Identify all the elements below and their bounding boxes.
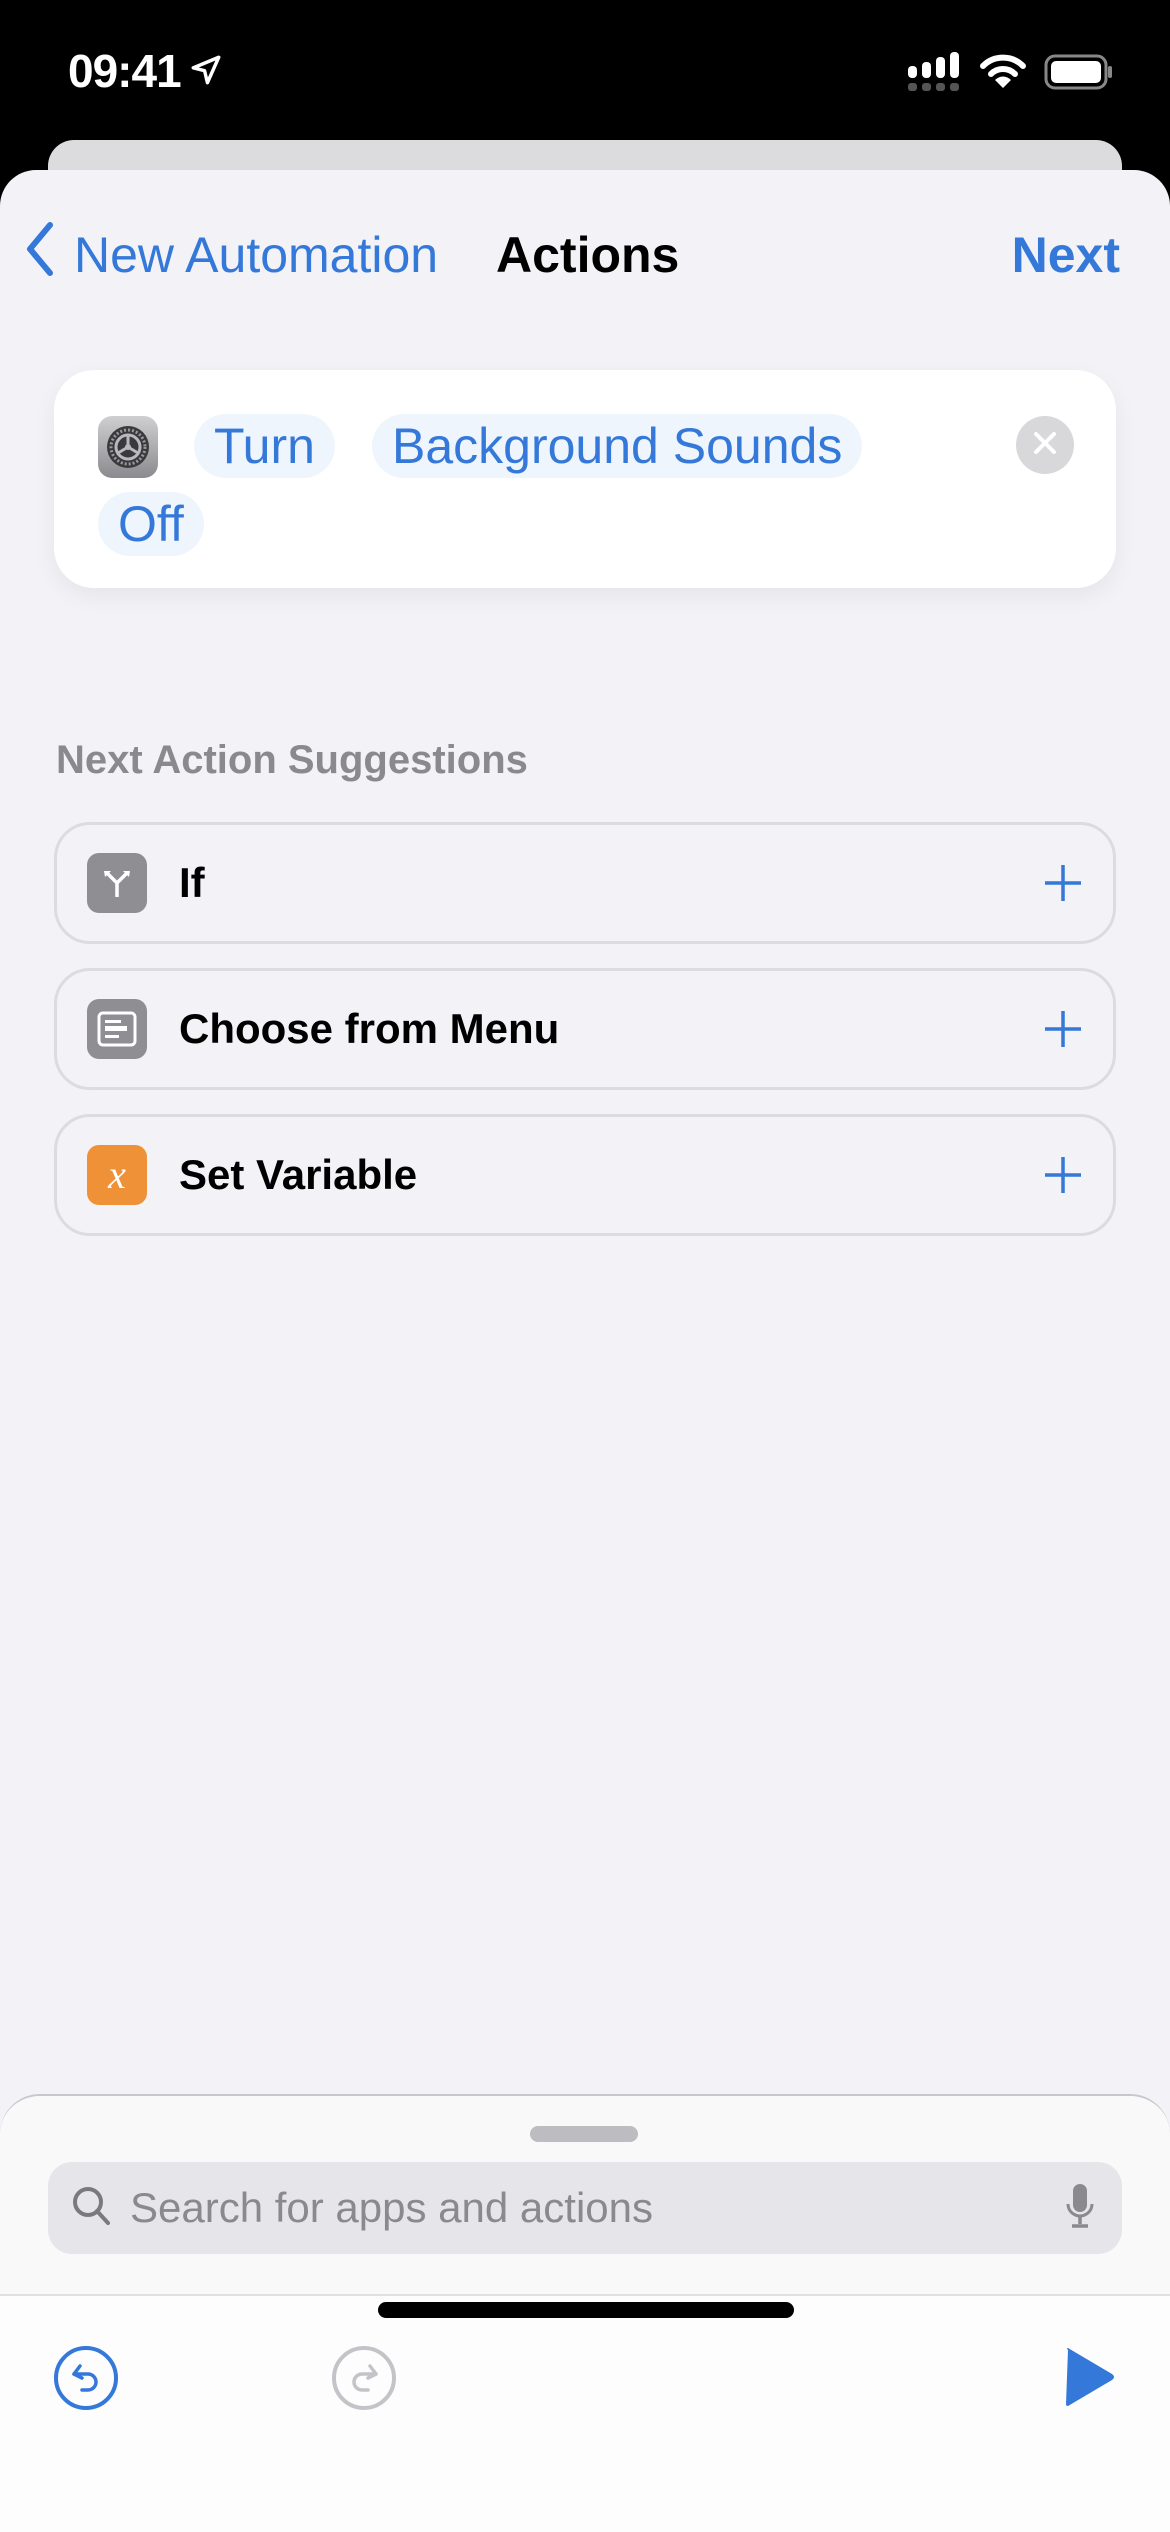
next-button[interactable]: Next bbox=[1012, 226, 1120, 284]
sheet-grabber[interactable] bbox=[530, 2126, 638, 2142]
remove-action-button[interactable] bbox=[1016, 416, 1074, 474]
battery-icon bbox=[1044, 54, 1114, 95]
wifi-icon bbox=[980, 54, 1026, 95]
run-button[interactable] bbox=[1064, 2346, 1116, 2413]
suggestion-label: If bbox=[179, 859, 205, 906]
suggestion-choose-from-menu[interactable]: Choose from Menu bbox=[54, 968, 1116, 1090]
close-icon bbox=[1032, 430, 1058, 461]
suggestion-set-variable[interactable]: x Set Variable bbox=[54, 1114, 1116, 1236]
status-indicators bbox=[908, 52, 1114, 97]
variable-x-icon: x bbox=[87, 1145, 147, 1205]
back-label: New Automation bbox=[74, 227, 439, 283]
target-parameter[interactable]: Background Sounds bbox=[372, 414, 863, 478]
status-time: 09:41 bbox=[68, 45, 182, 97]
verb-parameter[interactable]: Turn bbox=[194, 414, 335, 478]
home-indicator[interactable] bbox=[378, 2302, 794, 2318]
location-arrow-icon bbox=[189, 44, 223, 98]
settings-icon bbox=[98, 416, 158, 478]
page-title: Actions bbox=[496, 227, 680, 283]
suggestion-if[interactable]: If bbox=[54, 822, 1116, 944]
cellular-signal-icon bbox=[908, 52, 962, 97]
menu-icon bbox=[87, 999, 147, 1059]
editor-toolbar bbox=[0, 2294, 1170, 2532]
back-button[interactable]: New Automation bbox=[24, 221, 438, 289]
plus-icon[interactable] bbox=[1043, 1009, 1083, 1049]
chevron-left-icon bbox=[24, 221, 56, 289]
action-search-sheet bbox=[0, 2094, 1170, 2294]
redo-icon bbox=[330, 2346, 398, 2416]
actions-sheet: New Automation Actions Next Turn Backgro… bbox=[0, 170, 1170, 2532]
action-block: Turn Background Sounds Off bbox=[54, 370, 1116, 588]
plus-icon[interactable] bbox=[1043, 1155, 1083, 1195]
branch-icon bbox=[87, 853, 147, 913]
undo-icon bbox=[52, 2346, 120, 2416]
suggestions-heading: Next Action Suggestions bbox=[56, 738, 528, 782]
microphone-icon[interactable] bbox=[1064, 2182, 1096, 2235]
state-parameter[interactable]: Off bbox=[98, 492, 204, 556]
suggestion-label: Set Variable bbox=[179, 1151, 418, 1198]
search-input[interactable] bbox=[130, 2184, 1064, 2232]
undo-button[interactable] bbox=[52, 2344, 120, 2417]
suggestion-label: Choose from Menu bbox=[179, 1005, 560, 1052]
search-icon bbox=[70, 2184, 114, 2233]
play-icon bbox=[1064, 2348, 1116, 2412]
redo-button[interactable] bbox=[330, 2344, 398, 2417]
navigation-bar: New Automation Actions Next bbox=[0, 210, 1170, 300]
search-field[interactable] bbox=[48, 2162, 1122, 2254]
plus-icon[interactable] bbox=[1043, 863, 1083, 903]
status-bar: 09:41 bbox=[0, 0, 1170, 140]
status-time-group: 09:41 bbox=[68, 44, 223, 98]
